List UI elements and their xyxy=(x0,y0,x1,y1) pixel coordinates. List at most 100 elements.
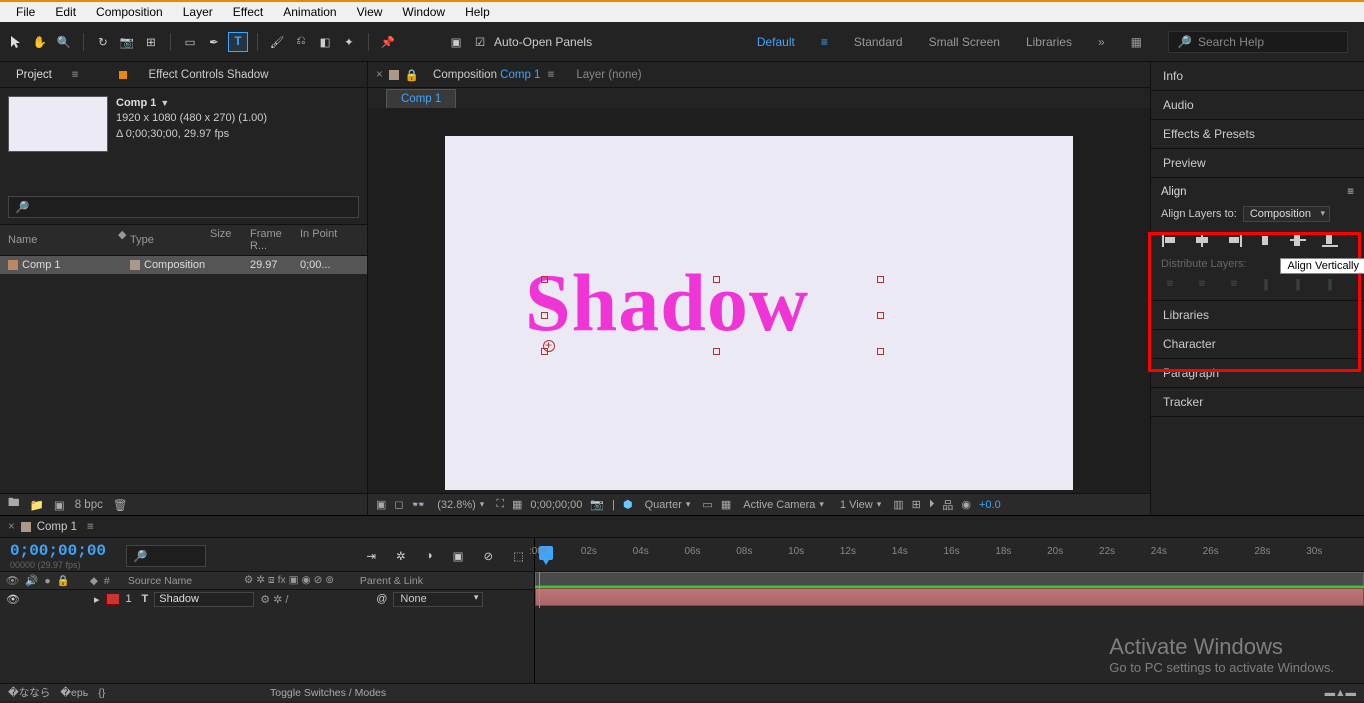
pan-behind-tool-icon[interactable]: ⊞ xyxy=(141,32,161,52)
menu-window[interactable]: Window xyxy=(392,3,455,21)
workspace-standard[interactable]: Standard xyxy=(854,35,903,49)
menu-composition[interactable]: Composition xyxy=(86,3,173,21)
pen-tool-icon[interactable]: ✒ xyxy=(204,32,224,52)
time-display[interactable]: 0;00;00;00 xyxy=(530,499,582,511)
snapshot-icon[interactable]: 📷 xyxy=(590,498,604,511)
auto-open-check-icon[interactable]: ☑ xyxy=(470,32,490,52)
camera-dropdown[interactable]: Active Camera ▾ xyxy=(739,499,828,511)
layer-eye-icon[interactable]: 👁 xyxy=(6,593,20,606)
tab-project[interactable]: Project xyxy=(10,65,58,85)
solo-col-icon[interactable]: ● xyxy=(44,575,50,587)
align-title[interactable]: Align xyxy=(1161,186,1187,198)
views-dropdown[interactable]: 1 View ▾ xyxy=(836,499,885,511)
project-search-input[interactable]: 🔎 xyxy=(8,196,359,218)
work-area-bar[interactable] xyxy=(535,572,1364,586)
overflow-icon[interactable]: » xyxy=(1098,35,1105,49)
panel-effects-presets[interactable]: Effects & Presets xyxy=(1151,120,1364,149)
view-opt2-icon[interactable]: ⊞ xyxy=(912,498,921,511)
current-time[interactable]: 0;00;00;00 xyxy=(10,542,106,560)
trash-icon[interactable]: 🗑 xyxy=(113,498,128,512)
tl-close-icon[interactable]: × xyxy=(8,521,15,533)
interpret-icon[interactable]: 🖿 xyxy=(8,495,20,514)
panel-tracker[interactable]: Tracker xyxy=(1151,388,1364,417)
workspace-libraries[interactable]: Libraries xyxy=(1026,35,1072,49)
tl-opt3-icon[interactable]: ◑ xyxy=(426,550,433,562)
toggle-channel-icon[interactable]: ◻ xyxy=(394,498,403,511)
layer-duration-bar[interactable] xyxy=(535,588,1364,606)
rectangle-tool-icon[interactable]: ▭ xyxy=(180,32,200,52)
comp-thumbnail[interactable] xyxy=(8,96,108,152)
panel-libraries[interactable]: Libraries xyxy=(1151,301,1364,330)
panel-paragraph[interactable]: Paragraph xyxy=(1151,359,1364,388)
color-mgmt-icon[interactable]: ⬢ xyxy=(623,498,633,511)
roto-tool-icon[interactable]: ✦ xyxy=(339,32,359,52)
tl-opt1-icon[interactable]: ⇥ xyxy=(366,549,376,563)
resolution-dropdown[interactable]: Quarter ▾ xyxy=(641,499,695,511)
layer-label-icon[interactable] xyxy=(106,593,120,605)
cti-line[interactable] xyxy=(539,572,540,608)
panel-preview[interactable]: Preview xyxy=(1151,149,1364,178)
folder-icon[interactable]: 📁 xyxy=(30,498,44,512)
menu-file[interactable]: File xyxy=(6,3,45,21)
tab-effect-controls[interactable]: Effect Controls Shadow xyxy=(143,65,275,85)
tl-opt2-icon[interactable]: ✲ xyxy=(396,549,406,563)
tl-menu-icon[interactable]: ≡ xyxy=(87,521,94,533)
project-menu-icon[interactable]: ≡ xyxy=(72,69,79,81)
toggle-alpha-icon[interactable]: ▣ xyxy=(376,498,386,511)
workspace-menu-icon[interactable]: ▦ xyxy=(1131,35,1142,49)
align-hcenter-icon[interactable] xyxy=(1193,232,1211,248)
align-target-dropdown[interactable]: Composition xyxy=(1243,206,1330,222)
brush-tool-icon[interactable]: 🖌 xyxy=(267,32,287,52)
align-bottom-icon[interactable] xyxy=(1321,232,1339,248)
grid-icon[interactable]: ▦ xyxy=(512,498,522,511)
text-layer-shadow[interactable]: Shadow xyxy=(525,256,809,350)
parent-dropdown[interactable]: None xyxy=(393,592,483,607)
menu-layer[interactable]: Layer xyxy=(173,3,223,21)
view-opt4-icon[interactable]: 品 xyxy=(942,497,953,513)
lock-col-icon[interactable]: 🔒 xyxy=(57,574,70,587)
tf-icon2[interactable]: �ерь xyxy=(60,687,88,699)
tab-composition[interactable]: Composition Comp 1 ≡ xyxy=(425,65,562,85)
panel-audio[interactable]: Audio xyxy=(1151,91,1364,120)
layer-name-input[interactable] xyxy=(154,592,254,607)
search-help-input[interactable]: 🔎 Search Help xyxy=(1168,31,1348,53)
roi-icon[interactable]: ▭ xyxy=(702,498,712,511)
eraser-tool-icon[interactable]: ◧ xyxy=(315,32,335,52)
audio-col-icon[interactable]: 🔊 xyxy=(25,574,38,587)
zoom-dropdown[interactable]: (32.8%) ▾ xyxy=(433,499,488,511)
mask-icon[interactable]: 👓 xyxy=(412,498,426,511)
menu-edit[interactable]: Edit xyxy=(45,3,86,21)
menu-view[interactable]: View xyxy=(347,3,393,21)
menu-help[interactable]: Help xyxy=(455,3,500,21)
panel-toggle-icon[interactable]: ▣ xyxy=(446,32,466,52)
anchor-point-icon[interactable] xyxy=(543,340,555,352)
label-col-icon[interactable]: ◆ xyxy=(90,575,98,587)
exposure-reset-icon[interactable]: ◉ xyxy=(961,498,971,511)
tab-layer-none[interactable]: Layer (none) xyxy=(568,65,649,85)
align-left-icon[interactable] xyxy=(1161,232,1179,248)
transparency-icon[interactable]: ▦ xyxy=(721,498,731,511)
tl-opt6-icon[interactable]: ⬚ xyxy=(513,549,524,563)
project-item-comp1[interactable]: Comp 1 Composition 29.97 0;00... xyxy=(0,256,367,274)
zoom-tool-icon[interactable]: 🔍 xyxy=(54,32,74,52)
timeline-layer-row[interactable]: 👁 ▸ 1 T ⚙ ✲ / @ None xyxy=(0,590,534,608)
project-columns-header[interactable]: Name ◆ Type Size Frame R... In Point xyxy=(0,224,367,256)
hand-tool-icon[interactable]: ✋ xyxy=(30,32,50,52)
comp-subtab[interactable]: Comp 1 xyxy=(386,89,456,108)
tl-opt4-icon[interactable]: ▣ xyxy=(453,549,464,563)
tab-timeline-comp1[interactable]: Comp 1 xyxy=(37,521,77,533)
clone-tool-icon[interactable]: ⎌ xyxy=(291,32,311,52)
pickwhip-icon[interactable]: @ xyxy=(376,593,387,605)
align-top-icon[interactable] xyxy=(1257,232,1275,248)
tf-icon1[interactable]: �ななら xyxy=(8,685,50,700)
tf-icon3[interactable]: {} xyxy=(98,687,105,699)
composition-canvas[interactable]: Shadow xyxy=(445,136,1073,490)
panel-info[interactable]: Info xyxy=(1151,62,1364,91)
align-vcenter-icon[interactable] xyxy=(1289,232,1307,248)
toggle-switches-button[interactable]: Toggle Switches / Modes xyxy=(270,687,386,699)
close-tab-icon[interactable]: × xyxy=(376,69,383,81)
view-opt3-icon[interactable]: ⏵ xyxy=(929,498,935,511)
selection-tool-icon[interactable] xyxy=(6,32,26,52)
panel-character[interactable]: Character xyxy=(1151,330,1364,359)
view-opt1-icon[interactable]: ▥ xyxy=(893,498,903,511)
